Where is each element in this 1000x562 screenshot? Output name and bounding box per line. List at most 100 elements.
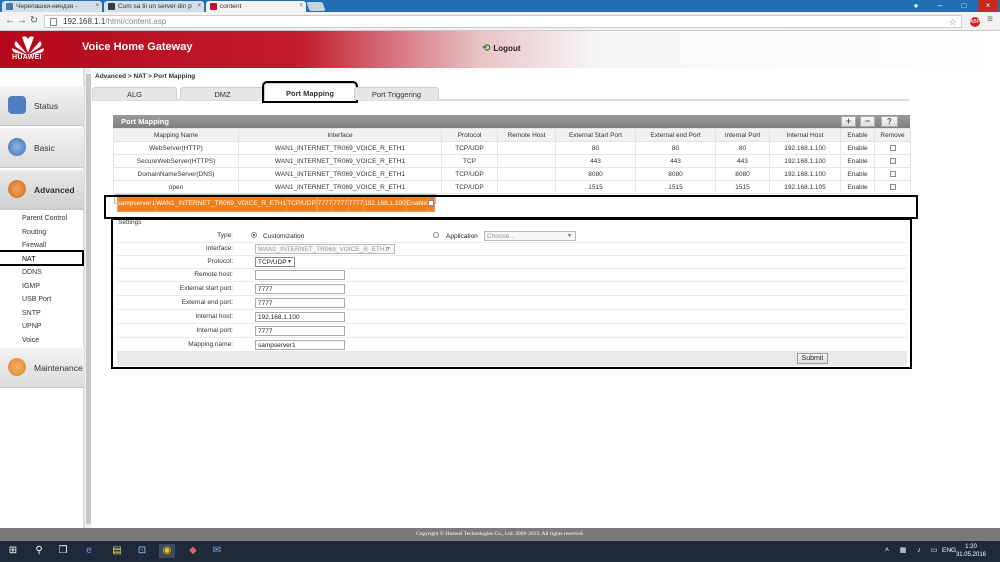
interface-select[interactable]: WAN1_INTERNET_TR069_VOICE_R_ETH1 ▼ <box>255 244 395 254</box>
internal-host-input[interactable]: 192.168.1.100 <box>255 312 345 322</box>
cell-int-port: 80 <box>715 141 770 155</box>
application-radio[interactable] <box>433 232 439 238</box>
maximize-icon[interactable]: □ <box>956 0 972 11</box>
sidebar-item-status[interactable]: Status <box>0 86 84 126</box>
cell-remote-host <box>497 167 556 181</box>
search-icon[interactable]: ⚲ <box>32 544 46 558</box>
submit-button[interactable]: Submit <box>797 353 828 364</box>
sidebar-sub-routing[interactable]: Routing <box>22 229 46 236</box>
table-row[interactable]: WebServer(HTTP) WAN1_INTERNET_TR069_VOIC… <box>113 141 911 155</box>
language-indicator[interactable]: ENG <box>942 547 956 554</box>
remove-cell <box>874 180 911 194</box>
network-icon[interactable]: ▦ <box>896 544 910 558</box>
minimize-icon[interactable]: – <box>932 0 948 11</box>
url-field[interactable]: 192.168.1.1/html/content.asp ☆ <box>44 15 962 28</box>
store-icon[interactable]: ⊡ <box>135 544 149 558</box>
remove-checkbox[interactable] <box>889 157 896 164</box>
app-icon[interactable]: ◆ <box>186 544 200 558</box>
bookmark-star-icon[interactable]: ☆ <box>949 16 957 28</box>
clock[interactable]: 1:20 31.05.2016 <box>956 543 986 559</box>
external-end-port-label: External end port: <box>181 299 233 306</box>
table-row[interactable]: open WAN1_INTERNET_TR069_VOICE_R_ETH1 TC… <box>113 180 911 194</box>
browser-tab-2[interactable]: Cum sa tii un server din p × <box>104 1 204 12</box>
sidebar-item-advanced[interactable]: Advanced <box>0 170 84 210</box>
user-icon <box>8 358 26 376</box>
scrollbar[interactable] <box>84 68 91 528</box>
tab-port-triggering[interactable]: Port Triggering <box>354 87 439 100</box>
close-icon[interactable]: × <box>95 1 99 12</box>
remove-checkbox[interactable] <box>889 170 896 177</box>
app-icon-2[interactable]: ✉ <box>210 544 224 558</box>
application-select[interactable]: Choose... ▼ <box>484 231 576 241</box>
type-row: Type: Customization Application Choose..… <box>117 229 907 243</box>
external-end-port-input[interactable]: 7777 <box>255 298 345 308</box>
window-close-icon[interactable]: × <box>978 0 998 11</box>
customization-radio[interactable] <box>251 232 257 238</box>
col-internal-host: Internal Host <box>769 128 841 142</box>
browser-tab-1[interactable]: Черепашки-ниндзя - × <box>2 1 102 12</box>
logout-link[interactable]: ⟲ Logout <box>482 43 521 54</box>
reload-icon[interactable]: ↻ <box>28 15 40 26</box>
add-button[interactable]: + <box>841 116 856 127</box>
forward-icon[interactable]: → <box>16 15 28 26</box>
table-header-row: Mapping Name Interface Protocol Remote H… <box>113 128 911 142</box>
sidebar-sub-upnp[interactable]: UPNP <box>22 323 41 330</box>
back-icon[interactable]: ← <box>4 15 16 26</box>
tray-chevron-icon[interactable]: ˄ <box>880 544 894 558</box>
external-start-port-input[interactable]: 7777 <box>255 284 345 294</box>
cell-mapping-name: DomainNameServer(DNS) <box>113 167 239 181</box>
menu-icon[interactable]: ≡ <box>984 14 996 25</box>
file-explorer-icon[interactable]: ▤ <box>110 544 124 558</box>
tab-dmz[interactable]: DMZ <box>180 87 265 100</box>
remove-checkbox[interactable] <box>889 183 896 190</box>
browser-tab-3[interactable]: content × <box>206 1 306 12</box>
cell-ext-start: 443 <box>555 154 636 168</box>
clock-time: 1:20 <box>965 544 977 550</box>
help-button[interactable]: ? <box>881 116 898 127</box>
cell-int-host: 192.168.1.100 <box>769 141 841 155</box>
protocol-label: Protocol: <box>207 258 233 265</box>
sidebar-item-maintenance[interactable]: Maintenance <box>0 348 84 388</box>
page-icon <box>50 18 57 26</box>
internal-port-input[interactable]: 7777 <box>255 326 345 336</box>
huawei-favicon-icon <box>210 3 217 10</box>
cell-int-port: 1515 <box>715 180 770 194</box>
adblock-icon[interactable]: ABP <box>970 17 980 27</box>
table-row[interactable]: SecureWebServer(HTTPS) WAN1_INTERNET_TR0… <box>113 154 911 168</box>
selected-row-highlight-box <box>104 195 918 219</box>
notification-icon[interactable]: ▭ <box>927 544 941 558</box>
protocol-select[interactable]: TCP/UDP ▼ <box>255 257 295 267</box>
scrollbar-thumb[interactable] <box>86 74 91 524</box>
interface-label: Interface: <box>205 245 233 252</box>
cell-remote-host <box>497 141 556 155</box>
external-start-port-label: External start port: <box>179 285 233 292</box>
remove-checkbox[interactable] <box>889 144 896 151</box>
sidebar-item-basic[interactable]: Basic <box>0 128 84 168</box>
windows-start-icon[interactable]: ⊞ <box>6 544 20 558</box>
close-icon[interactable]: × <box>197 1 201 12</box>
sidebar-sub-igmp[interactable]: IGMP <box>22 283 40 290</box>
task-view-icon[interactable]: ❐ <box>56 544 70 558</box>
close-icon[interactable]: × <box>299 1 303 12</box>
cell-enable: Enable <box>840 167 875 181</box>
sidebar-sub-parent-control[interactable]: Parent Control <box>22 215 67 222</box>
sidebar-sub-voice[interactable]: Voice <box>22 337 39 344</box>
table-row[interactable]: DomainNameServer(DNS) WAN1_INTERNET_TR06… <box>113 167 911 181</box>
remote-host-input[interactable] <box>255 270 345 280</box>
remove-button[interactable]: − <box>860 116 875 127</box>
chrome-icon[interactable]: ◉ <box>159 544 175 558</box>
edge-icon[interactable]: e <box>82 544 96 558</box>
sidebar-sub-usb-port[interactable]: USB Port <box>22 296 51 303</box>
status-chart-icon <box>8 96 26 114</box>
sidebar-sub-sntp[interactable]: SNTP <box>22 310 41 317</box>
cell-ext-start: 8080 <box>555 167 636 181</box>
tab-alg[interactable]: ALG <box>92 87 177 100</box>
remove-cell <box>874 141 911 155</box>
window-user-icon[interactable]: ● <box>908 0 924 11</box>
sidebar-sub-firewall[interactable]: Firewall <box>22 242 46 249</box>
mapping-name-input[interactable]: sampserver1 <box>255 340 345 350</box>
new-tab-button[interactable] <box>306 2 326 11</box>
tab-port-mapping[interactable]: Port Mapping <box>262 81 358 103</box>
sidebar-sub-ddns[interactable]: DDNS <box>22 269 42 276</box>
volume-icon[interactable]: ♪ <box>912 544 926 558</box>
